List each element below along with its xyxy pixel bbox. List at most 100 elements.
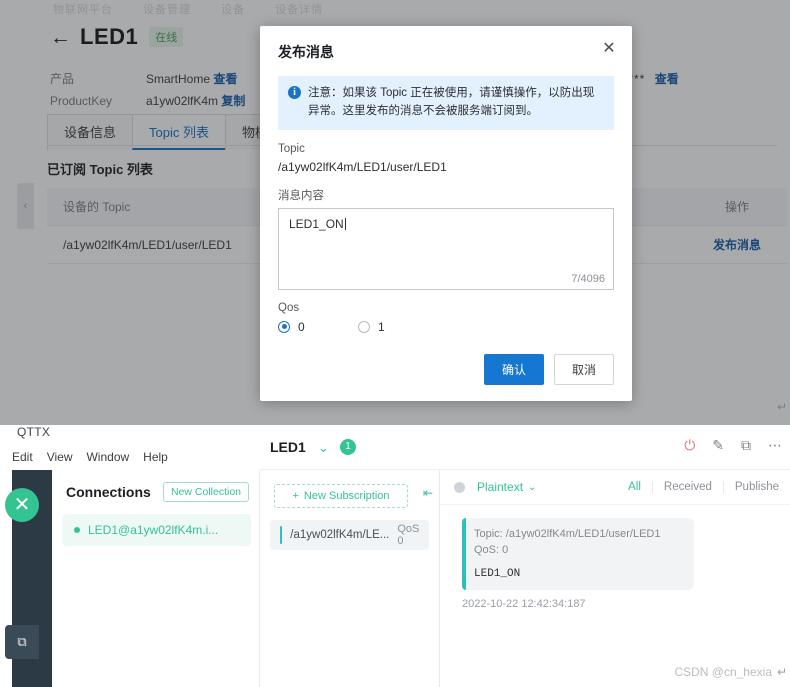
edit-icon[interactable]: ✎ — [712, 438, 724, 452]
meta-value-product: SmartHome — [146, 72, 211, 86]
connections-title: Connections — [66, 484, 151, 500]
text-caret — [344, 217, 346, 230]
menu-item-help[interactable]: Help — [143, 450, 168, 464]
layers-icon[interactable]: ⧉ — [741, 438, 751, 452]
breadcrumb-item-1[interactable]: 设备管理 — [143, 4, 191, 16]
subscription-list-item[interactable]: /a1yw02lfK4m/LE... QoS 0 — [270, 520, 429, 550]
filter-all[interactable]: All — [617, 481, 652, 493]
message-content-text: LED1_ON — [289, 216, 344, 231]
connections-header: Connections New Collection — [66, 482, 249, 502]
format-indicator-icon — [454, 481, 465, 493]
watermark: CSDN @cn_hexia — [674, 665, 772, 679]
meta-row-product: 产品 SmartHome 查看 — [50, 70, 237, 87]
message-content-label: 消息内容 — [278, 189, 324, 202]
breadcrumb: 物联网平台 设备管理 设备 设备详情 — [53, 1, 349, 17]
sidebar-collapse-handle[interactable]: ‹ — [17, 183, 34, 229]
plus-icon: + — [292, 490, 299, 502]
breadcrumb-item-0[interactable]: 物联网平台 — [53, 4, 113, 16]
radio-icon-selected — [278, 320, 290, 333]
subscription-topic: /a1yw02lfK4m/LE... — [290, 529, 390, 541]
mqttx-window-title: QTTX — [17, 425, 51, 439]
view-secret-link[interactable]: 查看 — [655, 72, 679, 86]
confirm-button[interactable]: 确认 — [483, 354, 544, 385]
dialog-footer: 确认 取消 — [483, 354, 614, 385]
rail-item-icon[interactable]: ⧉ — [5, 625, 39, 659]
publish-message-link[interactable]: 发布消息 — [713, 238, 761, 252]
content-field-label-wrap: 消息内容 — [278, 187, 614, 203]
meta-label-product: 产品 — [50, 72, 75, 86]
session-actions: ⏻ ✎ ⧉ ⋯ — [684, 438, 782, 452]
format-chevron-down-icon[interactable]: ⌄ — [528, 482, 536, 493]
collapse-panel-icon[interactable]: ⇤ — [423, 486, 433, 500]
session-topbar: LED1 ⌄ 1 ⏻ ✎ ⧉ ⋯ — [260, 425, 790, 470]
menu-item-view[interactable]: View — [47, 450, 73, 464]
edge-arrow-icon: ↵ — [776, 400, 787, 414]
message-meta: Topic: /a1yw02lfK4m/LED1/user/LED1 QoS: … — [474, 528, 661, 556]
view-product-link[interactable]: 查看 — [213, 72, 237, 86]
qos-label: Qos — [278, 301, 300, 314]
message-content-value: LED1_ON — [289, 217, 346, 231]
cell-action: 发布消息 — [687, 236, 787, 253]
column-header-action: 操作 — [724, 200, 749, 214]
new-subscription-label: New Subscription — [303, 490, 390, 502]
warning-banner: i 注意：如果该 Topic 正在被使用，请谨慎操作，以防出现异常。这里发布的消… — [278, 76, 614, 130]
connections-panel: Connections New Collection LED1@a1yw02lf… — [52, 470, 260, 687]
qos-option-1-label: 1 — [378, 319, 385, 334]
new-subscription-button[interactable]: + New Subscription — [274, 484, 408, 508]
qos-option-0-label: 0 — [298, 319, 305, 334]
qos-option-1[interactable]: 1 — [358, 320, 385, 334]
qos-option-0[interactable]: 0 — [278, 320, 358, 334]
mqttx-body: ✕ ⧉ Connections New Collection LED1@a1yw… — [0, 425, 790, 687]
section-title: 已订阅 Topic 列表 — [47, 162, 153, 177]
menu-item-window[interactable]: Window — [86, 450, 129, 464]
new-collection-button[interactable]: New Collection — [162, 482, 249, 502]
back-arrow-icon[interactable]: ← — [50, 27, 71, 48]
connection-name: LED1@a1yw02lfK4m.i... — [88, 523, 219, 537]
chevron-down-icon[interactable]: ⌄ — [318, 440, 329, 456]
app-rail: ✕ ⧉ — [5, 470, 52, 687]
message-filters: All Received Publishe — [617, 481, 790, 493]
copy-productkey-link[interactable]: 复制 — [221, 94, 245, 108]
radio-icon-unselected — [358, 320, 370, 333]
filter-received[interactable]: Received — [651, 481, 723, 493]
topic-field: Topic /a1yw02lfK4m/LED1/user/LED1 — [278, 143, 614, 174]
breadcrumb-item-3: 设备详情 — [275, 4, 324, 16]
dialog-header: 发布消息 ✕ — [260, 26, 632, 68]
payload-format-label[interactable]: Plaintext — [477, 480, 523, 494]
message-content-textarea[interactable]: LED1_ON 7/4096 — [278, 207, 614, 290]
filter-published[interactable]: Publishe — [722, 481, 790, 493]
screenshot-root: 物联网平台 设备管理 设备 设备详情 ← LED1 在线 产品 SmartHome… — [0, 0, 790, 687]
page-header: ← LED1 在线 — [50, 24, 184, 50]
meta-label-productkey: ProductKey — [50, 94, 113, 108]
power-icon[interactable]: ⏻ — [684, 438, 695, 452]
menu-item-edit[interactable]: Edit — [12, 450, 33, 464]
topic-value: /a1yw02lfK4m/LED1/user/LED1 — [278, 159, 447, 174]
mqttx-logo-icon: ✕ — [5, 488, 39, 522]
more-options-icon[interactable]: ⋯ — [768, 438, 782, 452]
breadcrumb-item-2[interactable]: 设备 — [221, 4, 245, 16]
qos-radio-group: 0 1 — [278, 320, 614, 334]
publish-message-dialog: 发布消息 ✕ i 注意：如果该 Topic 正在被使用，请谨慎操作，以防出现异常… — [260, 26, 632, 401]
cancel-button[interactable]: 取消 — [553, 354, 614, 385]
subscription-count-badge: 1 — [340, 439, 356, 455]
connection-list-item[interactable]: LED1@a1yw02lfK4m.i... — [62, 514, 251, 546]
topic-label: Topic — [278, 142, 305, 155]
message-bubble: Topic: /a1yw02lfK4m/LED1/user/LED1 QoS: … — [462, 518, 694, 590]
messages-toolbar: Plaintext ⌄ All Received Publishe — [440, 470, 790, 505]
message-accent-bar — [462, 518, 466, 590]
subscription-color-bar — [280, 526, 283, 544]
message-timestamp: 2022-10-22 12:42:34:187 — [462, 598, 586, 610]
session-tab-name[interactable]: LED1 — [270, 439, 306, 455]
messages-panel: Plaintext ⌄ All Received Publishe Topic:… — [440, 470, 790, 687]
page-title: LED1 — [80, 24, 139, 49]
meta-value-productkey: a1yw02lfK4m — [146, 94, 219, 108]
subscriptions-panel: + New Subscription ⇤ /a1yw02lfK4m/LE... … — [260, 470, 440, 687]
info-icon: i — [288, 86, 301, 99]
corner-arrow-icon: ↵ — [776, 665, 787, 679]
message-payload: LED1_ON — [474, 567, 521, 580]
char-counter: 7/4096 — [571, 272, 605, 285]
mqttx-window: QTTX ▭ ⌃ Edit View Window Help ✕ ⧉ Conne… — [0, 425, 790, 687]
meta-row-productkey: ProductKey a1yw02lfK4m 复制 — [50, 92, 245, 109]
status-badge: 在线 — [149, 27, 184, 47]
close-icon[interactable]: ✕ — [600, 40, 618, 58]
